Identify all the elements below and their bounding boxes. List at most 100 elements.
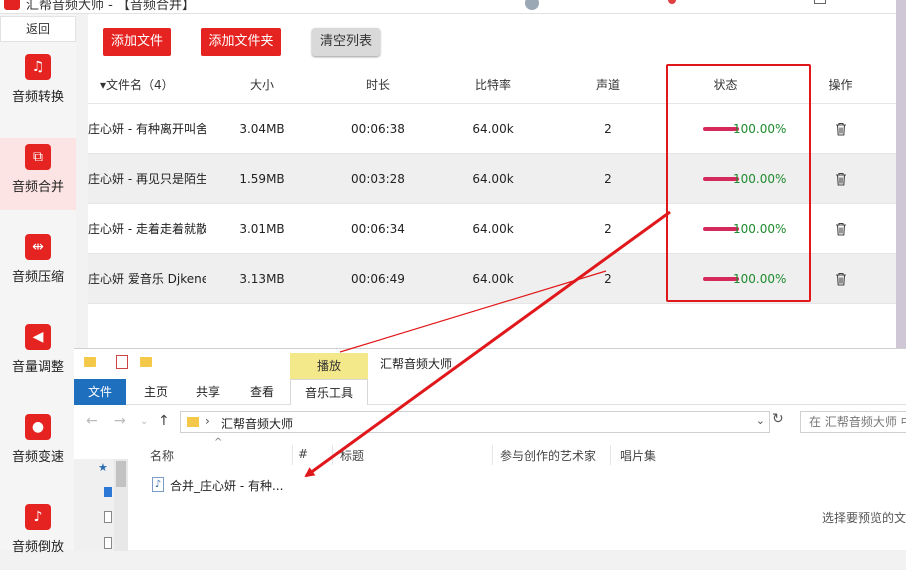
address-input[interactable]: › 汇帮音频大师 ⌄ [180, 411, 770, 433]
sidebar-item-speed[interactable]: ● 音频变速 [0, 408, 76, 480]
column-duration: 时长 [365, 78, 390, 92]
channels-cell: 2 [604, 172, 612, 186]
scrollbar-thumb[interactable] [116, 461, 126, 487]
column-divider [332, 445, 333, 465]
tab-file[interactable]: 文件 [74, 379, 126, 405]
bitrate-cell: 64.00k [472, 222, 514, 236]
recent-chevron-icon[interactable]: ⌄ [140, 416, 148, 427]
column-header-number[interactable]: # [298, 447, 308, 461]
bitrate-cell: 64.00k [472, 272, 514, 286]
file-explorer-window: 播放 汇帮音频大师 文件 主页 共享 查看 音乐工具 ← → ⌄ ↑ › 汇帮音… [74, 348, 906, 551]
preview-pane-hint: 选择要预览的文件 [822, 511, 906, 525]
duration-cell: 00:03:28 [351, 172, 405, 186]
file-name-cell: 庄心妍 - 有种离开叫舍... [88, 122, 206, 136]
search-input[interactable]: 在 汇帮音频大师 中 [800, 411, 906, 433]
back-button[interactable]: 返回 [0, 16, 76, 42]
tab-share[interactable]: 共享 [196, 379, 220, 405]
folder-icon [187, 417, 199, 427]
quick-access-star-icon[interactable]: ★ [98, 461, 108, 474]
title-bar: 汇帮音频大师 - 【音频合并】 [0, 0, 906, 14]
trash-icon[interactable] [835, 172, 847, 186]
explorer-title-bar: 播放 汇帮音频大师 [74, 349, 906, 379]
ribbon-tabs: 文件 主页 共享 查看 音乐工具 [74, 379, 906, 405]
column-bitrate: 比特率 [474, 78, 511, 92]
address-path: 汇帮音频大师 [221, 417, 294, 431]
tab-home[interactable]: 主页 [144, 379, 168, 405]
file-name-cell: 庄心妍 - 再见只是陌生... [88, 172, 206, 186]
app-logo-icon [4, 0, 20, 10]
channels-cell: 2 [604, 272, 612, 286]
sidebar-item-reverse[interactable]: ♪ 音频倒放 [0, 498, 76, 570]
sidebar-item-audio-compress[interactable]: ⇹ 音频压缩 [0, 228, 76, 300]
refresh-icon[interactable]: ↻ [772, 411, 784, 427]
column-divider [292, 445, 293, 465]
channels-cell: 2 [604, 222, 612, 236]
user-avatar-icon[interactable] [525, 0, 539, 10]
bitrate-cell: 64.00k [472, 172, 514, 186]
app-title: 汇帮音频大师 - 【音频合并】 [26, 0, 195, 13]
documents-icon[interactable] [104, 511, 112, 523]
explorer-window-title: 汇帮音频大师 [380, 357, 453, 371]
sidebar: 返回 ♫ 音频转换 ⧉ 音频合并 ⇹ 音频压缩 ◀ 音量调整 ● 音频变速 ♪ … [0, 14, 76, 555]
status-highlight-box [666, 64, 811, 302]
address-bar-row: ← → ⌄ ↑ › 汇帮音频大师 ⌄ ↻ 在 汇帮音频大师 中 [74, 407, 906, 437]
size-cell: 3.13MB [239, 272, 285, 286]
column-divider [610, 445, 611, 465]
ribbon-context-tab-play[interactable]: 播放 [290, 353, 368, 379]
folder-icon[interactable] [84, 357, 96, 367]
trash-icon[interactable] [835, 222, 847, 236]
back-arrow-icon[interactable]: ← [86, 413, 98, 429]
sidebar-item-audio-convert[interactable]: ♫ 音频转换 [0, 48, 76, 120]
column-header-album[interactable]: 唱片集 [620, 447, 656, 464]
column-header-title[interactable]: 标题 [340, 447, 364, 464]
music-file-icon: ♪ [152, 477, 164, 492]
sidebar-item-label: 音频压缩 [11, 270, 64, 285]
file-name: 合并_庄心妍 - 有种... [170, 479, 284, 493]
column-name[interactable]: ▾文件名（4） [100, 66, 200, 104]
column-action: 操作 [828, 78, 853, 92]
duration-cell: 00:06:49 [351, 272, 405, 286]
audio-compress-icon: ⇹ [25, 234, 51, 260]
tab-view[interactable]: 查看 [250, 379, 274, 405]
pictures-icon[interactable] [104, 537, 112, 549]
tab-music-tools[interactable]: 音乐工具 [290, 379, 368, 405]
bitrate-cell: 64.00k [472, 122, 514, 136]
volume-icon: ◀ [25, 324, 51, 350]
sidebar-item-label: 音频倒放 [11, 540, 64, 555]
trash-icon[interactable] [835, 122, 847, 136]
microphone-icon: ● [25, 414, 51, 440]
sidebar-item-label: 音量调整 [11, 360, 64, 375]
forward-arrow-icon[interactable]: → [114, 413, 126, 429]
address-dropdown-icon[interactable]: ⌄ [756, 414, 765, 427]
notification-icon[interactable] [668, 0, 676, 4]
sidebar-item-label: 音频合并 [11, 180, 64, 195]
sidebar-item-label: 音频变速 [11, 450, 64, 465]
column-header-name[interactable]: 名称 [150, 447, 174, 464]
new-folder-icon[interactable] [140, 357, 152, 367]
maximize-icon[interactable] [814, 0, 826, 4]
desktop-icon[interactable] [104, 487, 112, 497]
size-cell: 3.04MB [239, 122, 285, 136]
properties-icon[interactable] [116, 355, 128, 369]
size-cell: 1.59MB [239, 172, 285, 186]
column-header-artist[interactable]: 参与创作的艺术家 [500, 447, 596, 464]
music-note-icon: ♪ [25, 504, 51, 530]
column-divider [492, 445, 493, 465]
audio-convert-icon: ♫ [25, 54, 51, 80]
up-arrow-icon[interactable]: ↑ [158, 413, 170, 429]
sidebar-item-audio-merge[interactable]: ⧉ 音频合并 [0, 138, 76, 210]
list-item[interactable]: ♪ 合并_庄心妍 - 有种... [150, 475, 290, 495]
add-folder-button[interactable]: 添加文件夹 [201, 28, 281, 56]
sidebar-item-label: 音频转换 [11, 90, 64, 105]
sort-indicator-icon: ^ [214, 437, 223, 448]
channels-cell: 2 [604, 122, 612, 136]
duration-cell: 00:06:34 [351, 222, 405, 236]
sidebar-item-volume[interactable]: ◀ 音量调整 [0, 318, 76, 390]
add-file-button[interactable]: 添加文件 [103, 28, 171, 56]
background-window-edge [896, 0, 906, 350]
trash-icon[interactable] [835, 272, 847, 286]
column-size: 大小 [249, 78, 274, 92]
duration-cell: 00:06:38 [351, 122, 405, 136]
breadcrumb-chevron-icon: › [205, 414, 210, 428]
clear-list-button[interactable]: 清空列表 [312, 28, 380, 56]
